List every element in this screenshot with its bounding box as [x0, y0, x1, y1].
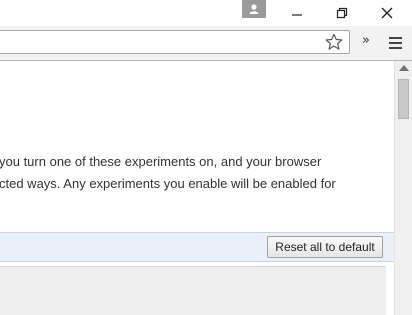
- page-content: you turn one of these experiments on, an…: [0, 61, 394, 315]
- person-icon: [249, 4, 259, 14]
- browser-toolbar: [0, 26, 412, 61]
- vertical-scrollbar[interactable]: [394, 61, 412, 315]
- star-icon[interactable]: [325, 33, 343, 51]
- extensions-overflow-button[interactable]: »: [362, 33, 370, 48]
- restore-icon: [336, 7, 348, 19]
- reset-all-button[interactable]: Reset all to default: [267, 236, 383, 258]
- hamburger-menu-icon[interactable]: [386, 34, 404, 52]
- minimize-icon: [292, 14, 302, 16]
- experiments-warning: you turn one of these experiments on, an…: [0, 151, 393, 195]
- close-button[interactable]: [365, 0, 409, 26]
- profile-avatar-button[interactable]: [242, 0, 266, 18]
- minimize-button[interactable]: [275, 0, 319, 26]
- reset-bar: Reset all to default: [0, 232, 394, 262]
- address-bar[interactable]: [0, 30, 350, 54]
- window-titlebar: [0, 0, 412, 26]
- restore-button[interactable]: [320, 0, 364, 26]
- scrollbar-thumb[interactable]: [398, 79, 409, 119]
- warning-line-2: cted ways. Any experiments you enable wi…: [0, 176, 336, 191]
- scroll-up-arrow-icon[interactable]: [399, 65, 409, 71]
- warning-line-1: you turn one of these experiments on, an…: [0, 154, 322, 169]
- close-icon: [381, 7, 393, 19]
- experiments-panel: [0, 266, 386, 315]
